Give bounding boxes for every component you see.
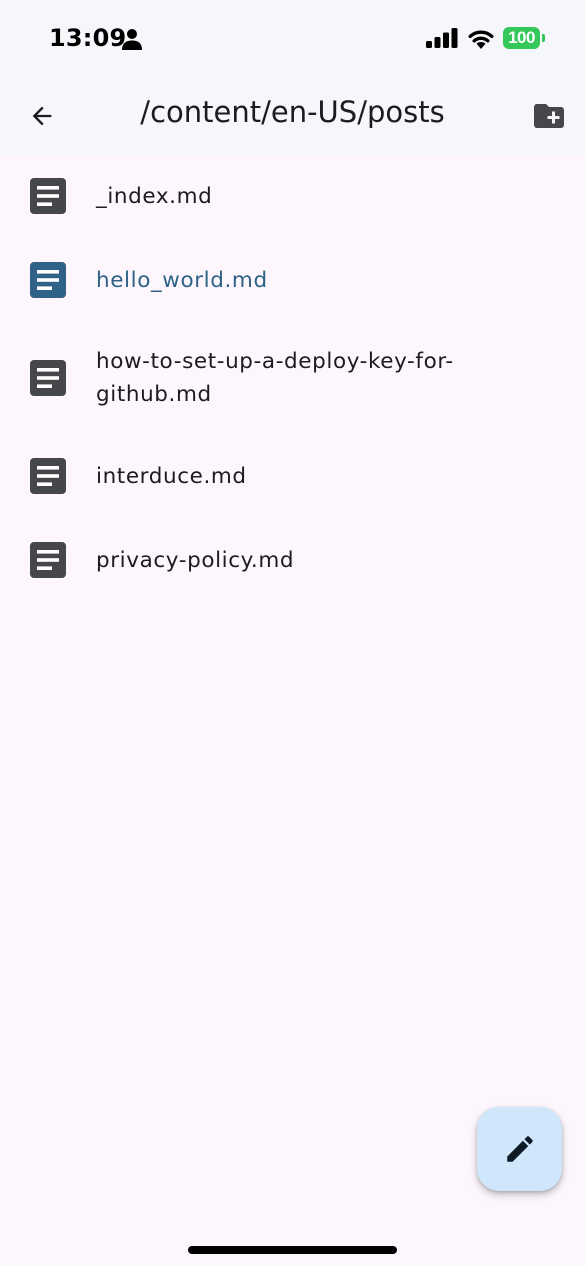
- battery-body: 100: [503, 27, 540, 49]
- file-list: _index.md hello_world.md how-to-set-up-a…: [0, 154, 585, 602]
- file-item-privacy-policy[interactable]: privacy-policy.md: [0, 518, 585, 602]
- battery-indicator: 100: [503, 27, 545, 49]
- document-icon: [30, 360, 66, 396]
- file-name: how-to-set-up-a-deploy-key-for-github.md: [96, 349, 454, 407]
- battery-level: 100: [508, 28, 535, 47]
- wifi-icon: [468, 30, 494, 49]
- edit-fab-button[interactable]: [477, 1107, 562, 1191]
- file-item-deploy-key[interactable]: how-to-set-up-a-deploy-key-for-github.md: [0, 322, 585, 434]
- create-new-folder-icon: [534, 104, 564, 128]
- file-name: privacy-policy.md: [96, 547, 295, 573]
- document-icon: [30, 458, 66, 494]
- file-item-hello-world[interactable]: hello_world.md: [0, 238, 585, 322]
- document-icon: [30, 262, 66, 298]
- file-item-interduce[interactable]: interduce.md: [0, 434, 585, 518]
- document-icon: [30, 542, 66, 578]
- edit-pencil-icon: [506, 1136, 533, 1162]
- status-bar: 13:09 100: [0, 0, 585, 80]
- arrow-back-icon: [32, 106, 52, 126]
- cellular-signal-icon: [426, 28, 458, 48]
- battery-cap: [542, 34, 545, 42]
- file-name: hello_world.md: [96, 267, 268, 293]
- person-icon: [122, 29, 142, 50]
- back-button[interactable]: [18, 92, 66, 140]
- new-folder-button[interactable]: [524, 92, 574, 140]
- status-time: 13:09: [49, 24, 127, 52]
- file-item-index[interactable]: _index.md: [0, 154, 585, 238]
- app-bar: /content/en-US/posts: [0, 80, 585, 154]
- document-icon: [30, 178, 66, 214]
- file-name: _index.md: [96, 183, 213, 209]
- file-name: interduce.md: [96, 463, 247, 489]
- home-indicator: [188, 1246, 397, 1254]
- page-title: /content/en-US/posts: [140, 95, 445, 129]
